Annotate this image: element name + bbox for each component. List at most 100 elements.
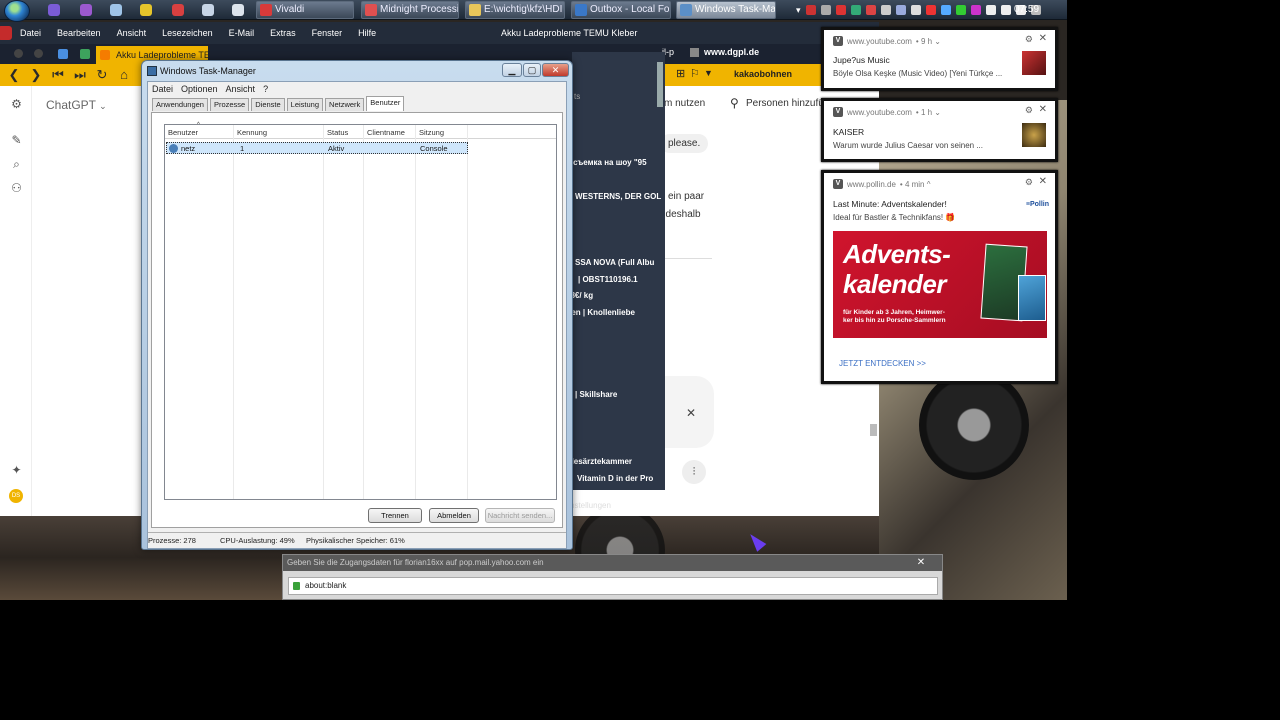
notification-youtube-2[interactable]: V www.youtube.com • 1 h ⌄ ⚙ ✕ KAISER War… xyxy=(821,98,1058,162)
minimize-button[interactable]: ▁ xyxy=(502,63,522,77)
menu-fenster[interactable]: Fenster xyxy=(304,28,351,38)
tray-icon[interactable] xyxy=(835,5,846,15)
column-sitzung[interactable]: Sitzung xyxy=(419,128,444,137)
rewind-icon[interactable]: ⏮ xyxy=(50,67,66,83)
tray-icon[interactable] xyxy=(970,5,981,15)
tray-icon[interactable] xyxy=(985,5,996,15)
pin-icon[interactable]: ⊞ xyxy=(676,67,685,80)
close-button[interactable]: ✕ xyxy=(908,556,934,569)
gear-icon[interactable]: ⚙ xyxy=(1025,34,1033,45)
tab-anwendungen[interactable]: Anwendungen xyxy=(152,98,208,111)
avatar[interactable]: DS xyxy=(9,489,23,503)
clock[interactable]: 07:59 xyxy=(1014,4,1039,15)
column-kennung[interactable]: Kennung xyxy=(237,128,267,137)
tab-icon[interactable] xyxy=(14,49,23,58)
chatgpt-logo-icon[interactable]: ⚙ xyxy=(10,98,23,111)
tray-icon[interactable] xyxy=(925,5,936,15)
scrollbar[interactable] xyxy=(657,62,663,107)
notification-youtube-1[interactable]: V www.youtube.com • 9 h ⌄ ⚙ ✕ Jupe?us Mu… xyxy=(821,27,1058,91)
logoff-button[interactable]: Abmelden xyxy=(429,508,479,523)
mute-icon[interactable] xyxy=(805,5,816,15)
home-icon[interactable]: ⌂ xyxy=(116,67,132,83)
menu-lesezeichen[interactable]: Lesezeichen xyxy=(154,28,221,38)
menu-email[interactable]: E-Mail xyxy=(221,28,263,38)
tray-icon[interactable] xyxy=(955,5,966,15)
menu-hilfe[interactable]: Hilfe xyxy=(350,28,384,38)
tray-icon[interactable] xyxy=(880,5,891,15)
maximize-button[interactable]: ▢ xyxy=(523,63,541,77)
new-chat-icon[interactable]: ✎ xyxy=(10,134,23,147)
menu-help[interactable]: ? xyxy=(263,82,268,96)
history-item[interactable]: SSA NOVA (Full Albu xyxy=(575,258,654,267)
taskbar-button-outbox[interactable]: Outbox - Local Fold... xyxy=(571,1,671,19)
add-person-icon[interactable]: ⚲ xyxy=(730,96,739,110)
menu-datei[interactable]: Datei xyxy=(152,82,173,96)
tab-icon[interactable] xyxy=(58,49,68,59)
menu-ansicht[interactable]: Ansicht xyxy=(109,28,155,38)
app-icon[interactable] xyxy=(202,4,214,16)
history-item[interactable]: tten | Knollenliebe xyxy=(572,308,635,317)
tray-icon[interactable] xyxy=(940,5,951,15)
menu-bearbeiten[interactable]: Bearbeiten xyxy=(49,28,109,38)
close-button[interactable]: ✕ xyxy=(542,63,569,77)
history-item[interactable]: WESTERNS, DER GOL xyxy=(575,192,661,201)
network-icon[interactable] xyxy=(1000,5,1011,15)
forward-icon[interactable]: ❯ xyxy=(28,67,44,83)
taskbar-button-explorer[interactable]: E:\wichtig\kfz\HDI ... xyxy=(465,1,565,19)
scrollbar[interactable] xyxy=(870,424,877,436)
tab-icon[interactable] xyxy=(34,49,43,58)
share-fragment[interactable]: m nutzen xyxy=(664,98,705,109)
history-item[interactable]: | OBST110196.1 xyxy=(578,275,638,284)
adventskalender-banner[interactable]: Advents- kalender für Kinder ab 3 Jahren… xyxy=(833,231,1047,338)
tray-icon[interactable] xyxy=(910,5,921,15)
column-status[interactable]: Status xyxy=(327,128,348,137)
sparkle-icon[interactable]: ✦ xyxy=(10,464,23,477)
column-clientname[interactable]: Clientname xyxy=(367,128,405,137)
taskbar-button-vivaldi[interactable]: Vivaldi xyxy=(256,1,354,19)
steam-icon[interactable] xyxy=(895,5,906,15)
tray-icon[interactable] xyxy=(865,5,876,15)
menu-datei[interactable]: Datei xyxy=(12,28,49,38)
gear-icon[interactable]: ⚙ xyxy=(1025,177,1033,188)
menu-ansicht[interactable]: Ansicht xyxy=(226,82,256,96)
menu-optionen[interactable]: Optionen xyxy=(181,82,218,96)
bookmark-icon[interactable]: ⚐ xyxy=(690,67,700,80)
taskbar-button-taskmanager[interactable]: Windows Task-Man... xyxy=(676,1,776,19)
menu-extras[interactable]: Extras xyxy=(262,28,304,38)
search-icon[interactable]: ⌕ xyxy=(10,158,23,171)
column-benutzer[interactable]: Benutzer xyxy=(168,128,198,137)
tray-expand-icon[interactable]: ▾ xyxy=(796,5,801,16)
add-person-button[interactable]: Personen hinzufü xyxy=(746,98,824,109)
close-icon[interactable]: ✕ xyxy=(1039,33,1047,44)
voice-icon[interactable]: ⫶ xyxy=(682,460,706,484)
close-icon[interactable]: ✕ xyxy=(1039,176,1047,187)
close-icon[interactable]: ✕ xyxy=(1039,104,1047,115)
close-icon[interactable]: ✕ xyxy=(686,406,696,420)
discover-link[interactable]: JETZT ENTDECKEN >> xyxy=(839,359,926,368)
tray-icon[interactable] xyxy=(820,5,831,15)
app-icon[interactable] xyxy=(48,4,60,16)
taskbar-button-midnight[interactable]: Midnight Processio... xyxy=(361,1,459,19)
bookmark-kakaobohnen[interactable]: kakaobohnen xyxy=(734,69,792,79)
back-icon[interactable]: ❮ xyxy=(6,67,22,83)
tab-prozesse[interactable]: Prozesse xyxy=(209,98,250,111)
model-picker[interactable]: ChatGPT ⌄ xyxy=(46,98,107,112)
app-icon[interactable] xyxy=(232,4,244,16)
url-field[interactable]: about:blank xyxy=(288,577,938,595)
tab-benutzer[interactable]: Benutzer xyxy=(366,96,405,111)
gear-icon[interactable]: ⚙ xyxy=(1025,105,1033,116)
vivaldi-logo-icon[interactable] xyxy=(0,26,12,40)
history-item[interactable]: ndesärztekammer xyxy=(572,457,632,466)
app-icon[interactable] xyxy=(80,4,92,16)
app-icon[interactable] xyxy=(110,4,122,16)
history-item[interactable]: Vitamin D in der Pro xyxy=(577,474,653,483)
disconnect-button[interactable]: Trennen xyxy=(368,508,422,523)
app-icon[interactable] xyxy=(140,4,152,16)
tab-icon[interactable] xyxy=(80,49,90,59)
dropdown-icon[interactable]: ▼ xyxy=(704,68,713,78)
users-list[interactable]: Benutzer ^ Kennung Status Clientname Sit… xyxy=(164,122,557,500)
history-item[interactable]: | Skillshare xyxy=(575,390,617,399)
tab-dienste[interactable]: Dienste xyxy=(251,98,285,111)
table-row[interactable]: netz 1 Aktiv Console xyxy=(166,142,468,154)
fast-forward-icon[interactable]: ⏭ xyxy=(72,67,88,83)
